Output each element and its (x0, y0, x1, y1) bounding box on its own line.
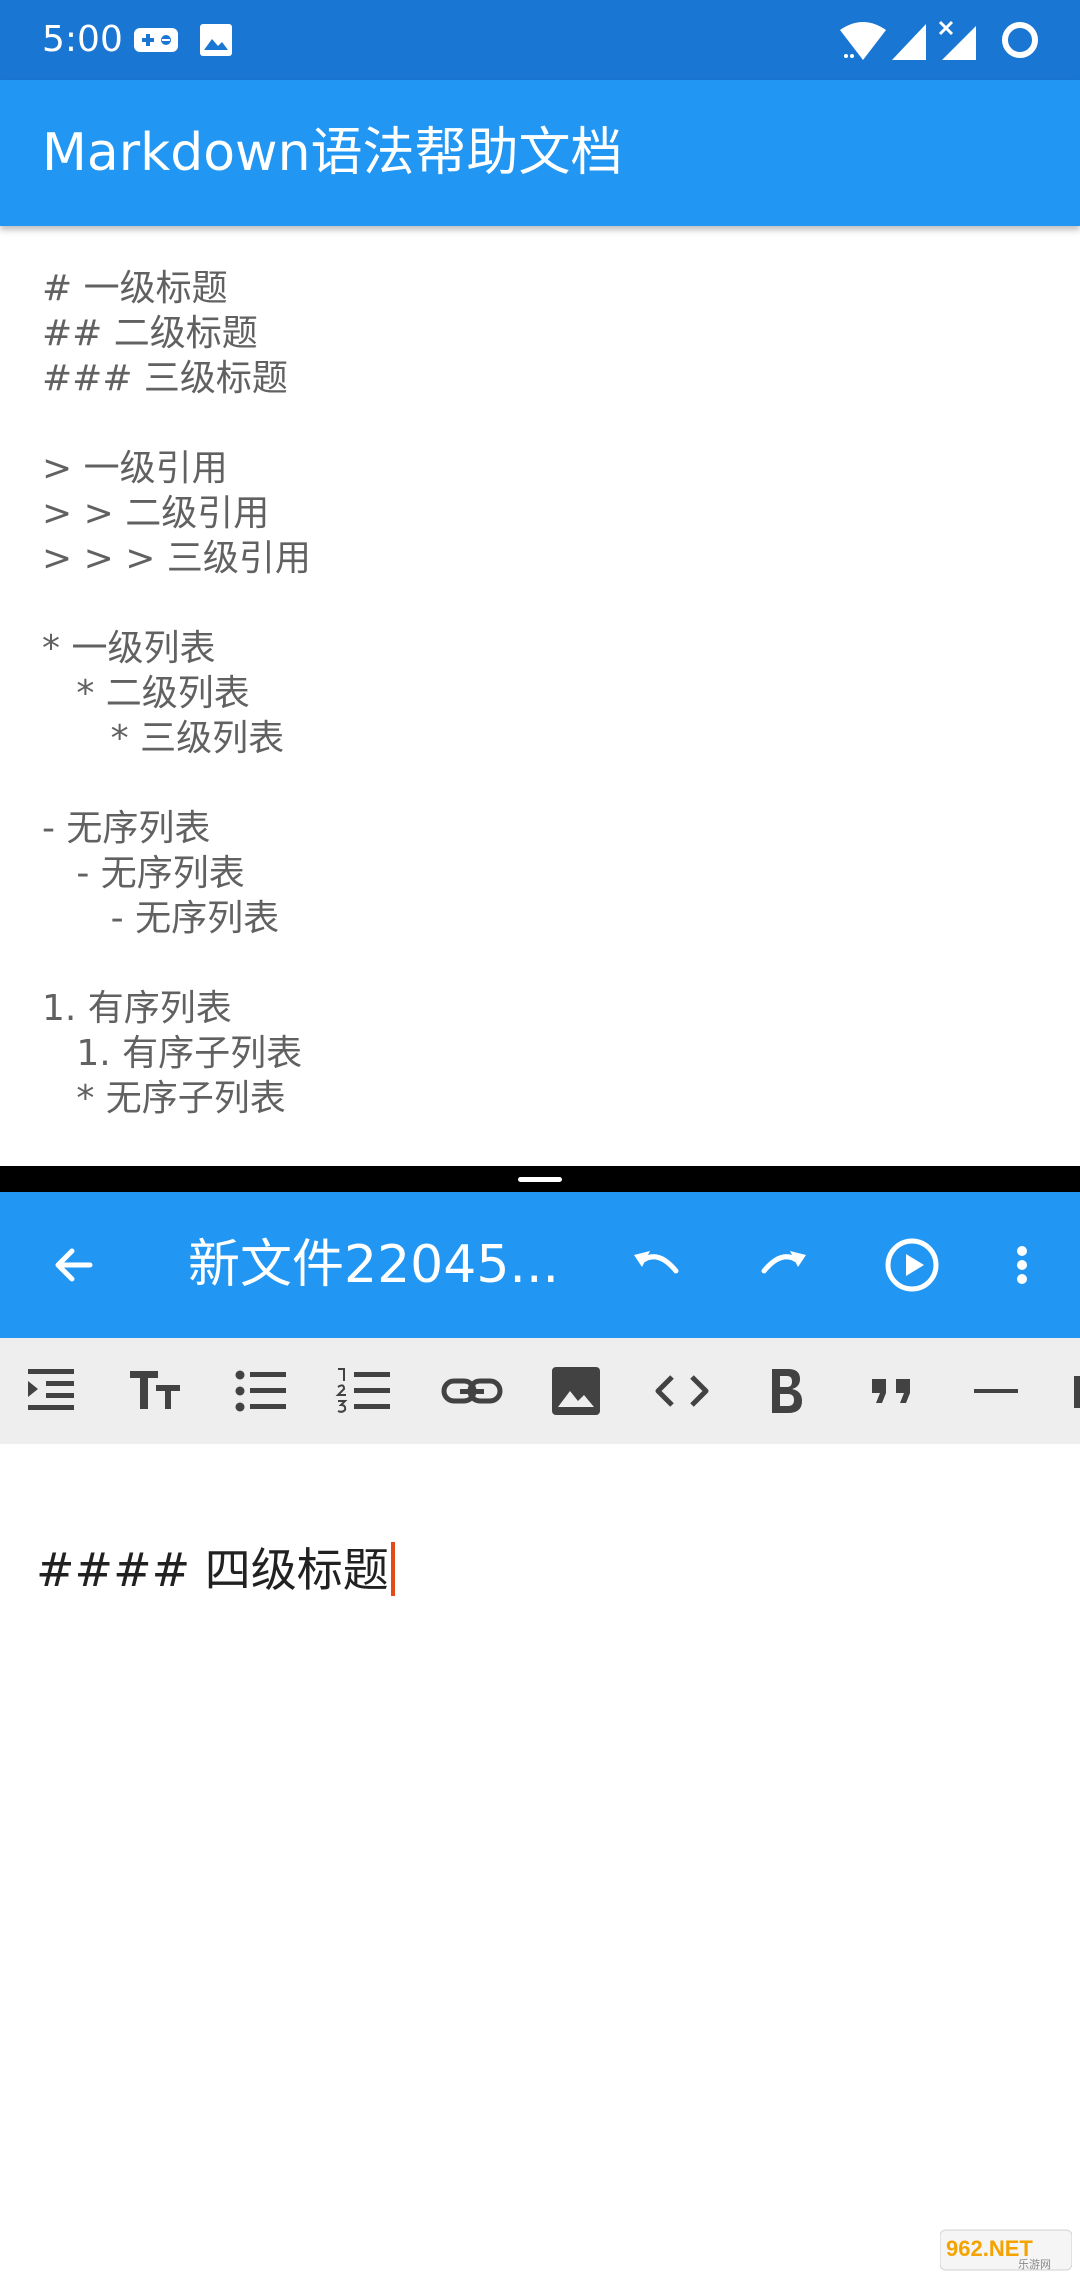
help-line: 1. 有序子列表 (42, 1033, 303, 1074)
battery-saver-icon (998, 20, 1042, 64)
gallery-icon (198, 20, 234, 60)
split-screen-divider[interactable] (0, 1166, 1080, 1192)
editor-content-text: #### 四级标题 (36, 1543, 389, 1597)
status-time: 5:00 (42, 19, 123, 60)
help-line: * 三级列表 (42, 718, 285, 759)
editor-text-area[interactable]: #### 四级标题 (0, 1444, 1080, 2280)
toolbar-overflow-edge (1074, 1376, 1080, 1408)
help-line (42, 761, 1042, 806)
editor-app-bar: 新文件22045... (0, 1192, 1080, 1338)
insert-image-button[interactable] (542, 1357, 610, 1425)
help-line: - 无序列表 (42, 898, 280, 939)
quote-icon (872, 1379, 910, 1403)
editor-content-line[interactable]: #### 四级标题 (36, 1540, 395, 1600)
watermark-sub: 乐游网 (1018, 2258, 1051, 2271)
help-line: # 一级标题 (42, 268, 228, 309)
game-controller-icon (132, 20, 180, 60)
editor-file-title: 新文件22045... (188, 1235, 560, 1295)
help-line: > 一级引用 (42, 448, 228, 489)
code-icon (655, 1375, 709, 1407)
bold-button[interactable] (752, 1357, 820, 1425)
bold-icon (772, 1369, 802, 1413)
indent-icon (28, 1369, 74, 1410)
link-icon (441, 1378, 503, 1404)
help-line (42, 581, 1042, 626)
signal-no-data-icon (936, 20, 984, 64)
bulleted-list-icon (235, 1370, 286, 1412)
help-line: * 二级列表 (42, 673, 250, 714)
status-bar: 5:00 (0, 0, 1080, 80)
split-handle[interactable] (518, 1177, 562, 1182)
redo-icon (761, 1251, 806, 1274)
horizontal-rule-icon (974, 1389, 1018, 1393)
more-options-button[interactable] (986, 1229, 1058, 1301)
help-line: - 无序列表 (42, 808, 211, 849)
play-circle-icon (885, 1238, 939, 1292)
indent-button[interactable] (18, 1357, 86, 1425)
format-toolbar (0, 1338, 1080, 1444)
undo-button[interactable] (620, 1229, 692, 1301)
image-icon (552, 1367, 600, 1415)
help-app-bar: Markdown语法帮助文档 (0, 80, 1080, 226)
help-line: * 无序子列表 (42, 1078, 286, 1119)
help-line: 1. 有序列表 (42, 988, 232, 1029)
help-line (42, 941, 1042, 986)
help-line: * 一级列表 (42, 628, 216, 669)
preview-button[interactable] (876, 1229, 948, 1301)
undo-icon (634, 1251, 679, 1274)
help-line: > > 二级引用 (42, 493, 270, 534)
more-vert-icon (1017, 1246, 1027, 1284)
code-button[interactable] (648, 1357, 716, 1425)
help-line: ### 三级标题 (42, 358, 288, 399)
signal-icon (890, 20, 930, 64)
bulleted-list-button[interactable] (226, 1357, 294, 1425)
text-size-icon (130, 1371, 180, 1409)
help-line: > > > 三级引用 (42, 538, 311, 579)
help-line: - 无序列表 (42, 853, 245, 894)
back-arrow-icon (55, 1248, 93, 1282)
numbered-list-icon (335, 1368, 390, 1413)
link-button[interactable] (438, 1357, 506, 1425)
text-cursor (390, 1542, 395, 1596)
help-line: ## 二级标题 (42, 313, 258, 354)
redo-button[interactable] (748, 1229, 820, 1301)
quote-button[interactable] (858, 1357, 926, 1425)
horizontal-rule-button[interactable] (962, 1357, 1030, 1425)
text-size-button[interactable] (122, 1357, 190, 1425)
help-title: Markdown语法帮助文档 (42, 123, 623, 183)
markdown-help-content: # 一级标题 ## 二级标题 ### 三级标题 > 一级引用 > > 二级引用 … (42, 266, 1042, 1121)
watermark-logo: 962.NET 乐游网 (940, 2228, 1072, 2272)
wifi-icon (838, 20, 888, 64)
back-button[interactable] (36, 1229, 108, 1301)
numbered-list-button[interactable] (330, 1357, 398, 1425)
help-line (42, 401, 1042, 446)
